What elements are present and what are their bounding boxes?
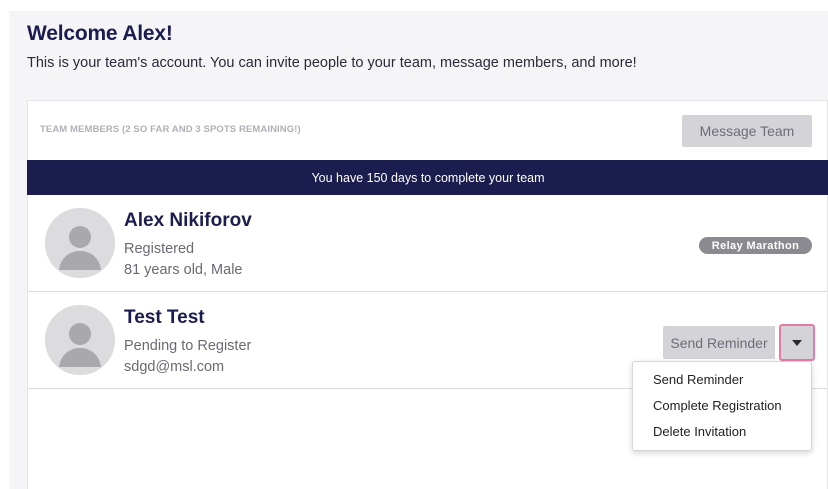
menu-item-send-reminder[interactable]: Send Reminder [633, 370, 811, 396]
message-team-button[interactable]: Message Team [682, 115, 812, 147]
page-title: Welcome Alex! [27, 22, 173, 45]
user-placeholder-icon [45, 305, 115, 375]
member-name: Test Test [124, 307, 205, 328]
member-row: Alex Nikiforov Registered 81 years old, … [28, 195, 827, 292]
event-badge: Relay Marathon [699, 237, 812, 254]
member-status: Registered [124, 241, 195, 257]
send-reminder-button[interactable]: Send Reminder [663, 326, 775, 359]
menu-item-complete-registration[interactable]: Complete Registration [633, 396, 811, 422]
member-actions-dropdown-toggle[interactable] [779, 324, 815, 361]
user-placeholder-icon [45, 208, 115, 278]
team-members-label: TEAM MEMBERS (2 SO FAR AND 3 SPOTS REMAI… [40, 124, 301, 135]
member-name: Alex Nikiforov [124, 210, 252, 231]
member-email: sdgd@msl.com [124, 359, 225, 375]
member-status: Pending to Register [124, 338, 252, 354]
member-actions-menu: Send Reminder Complete Registration Dele… [632, 361, 812, 451]
page-subtitle: This is your team's account. You can inv… [27, 55, 637, 71]
menu-item-delete-invitation[interactable]: Delete Invitation [633, 422, 811, 448]
caret-down-icon [792, 339, 802, 346]
deadline-banner: You have 150 days to complete your team [27, 160, 828, 195]
member-age-gender: 81 years old, Male [124, 262, 243, 278]
card-header: TEAM MEMBERS (2 SO FAR AND 3 SPOTS REMAI… [28, 101, 827, 160]
